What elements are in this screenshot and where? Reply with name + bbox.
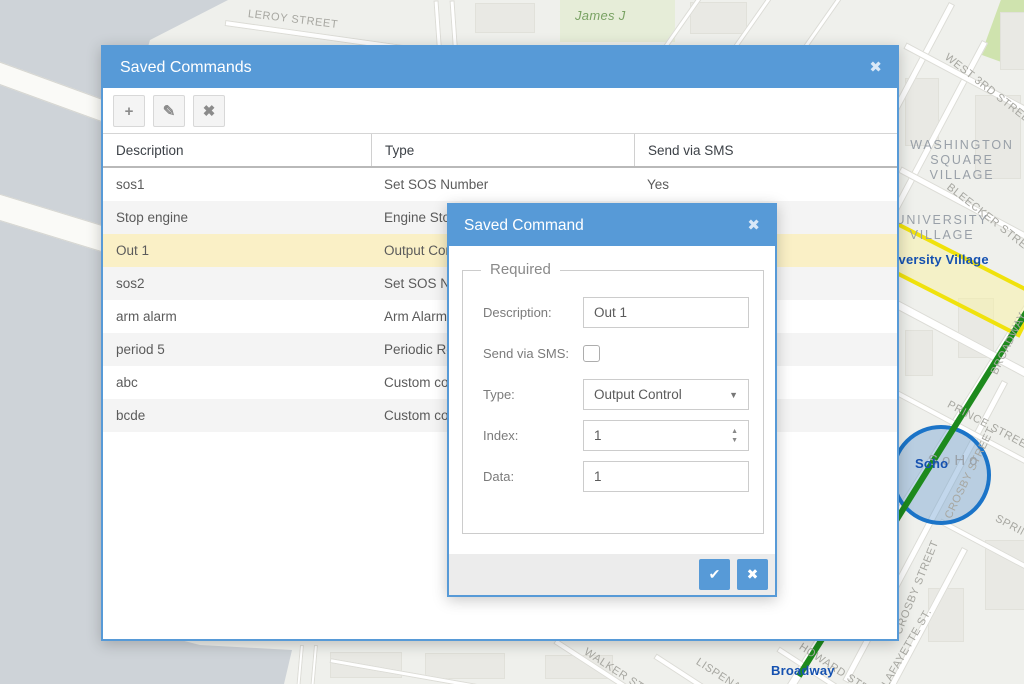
building-block — [1000, 12, 1024, 70]
description-input[interactable]: Out 1 — [583, 297, 749, 328]
saved-commands-titlebar: Saved Commands ✖ — [103, 47, 897, 88]
field-label: Data: — [483, 469, 583, 484]
dialog-title: Saved Commands — [120, 59, 252, 77]
confirm-button[interactable]: ✔ — [699, 559, 730, 590]
required-fieldset: Required Description:Out 1Send via SMS:T… — [462, 270, 764, 534]
cell-type: Set SOS Number — [371, 168, 634, 201]
form-row: Data: 1 — [483, 461, 749, 492]
form-row: Index:1▲▼ — [483, 420, 749, 451]
required-fieldset-body: Description:Out 1Send via SMS:Type:Outpu… — [463, 297, 763, 492]
saved-command-dialog: Saved Command ✖ Required Description: Out… — [447, 203, 777, 597]
form-row: Type: Output Control ▼ — [483, 379, 749, 410]
field-label: Type: — [483, 387, 583, 402]
road — [450, 0, 458, 50]
type-select[interactable]: Output Control ▼ — [583, 379, 749, 410]
app-stage: LEROY STREETWEST 3RD STREETBLEECKER STRE… — [0, 0, 1024, 684]
dialog-footer: ✔ ✖ — [449, 554, 775, 595]
dialog-title: Saved Command — [464, 217, 584, 235]
field-label: Index: — [483, 428, 583, 443]
pencil-icon: ✎ — [163, 102, 176, 120]
geofence-label: Soho — [915, 456, 948, 471]
cell-description: sos2 — [103, 267, 371, 300]
form-row: Description: Out 1 — [483, 297, 749, 328]
close-icon: ✖ — [747, 566, 759, 583]
table-row[interactable]: sos1Set SOS NumberYes — [103, 168, 897, 201]
building-block — [905, 330, 933, 376]
saved-command-titlebar: Saved Command ✖ — [449, 205, 775, 246]
delete-button[interactable]: ✖ — [193, 95, 225, 127]
spinner-value: 1 — [594, 428, 602, 443]
spinner-arrows[interactable]: ▲▼ — [731, 428, 738, 444]
area-label: WASHINGTONSQUAREVILLAGE — [910, 138, 1013, 183]
input-value: Out 1 — [594, 305, 627, 320]
park-label: James J — [575, 8, 626, 23]
spin-down-icon[interactable]: ▼ — [731, 437, 738, 444]
column-header-description[interactable]: Description — [103, 134, 371, 166]
cell-description: bcde — [103, 399, 371, 432]
check-icon: ✔ — [709, 566, 721, 583]
building-block — [690, 2, 747, 34]
cancel-button[interactable]: ✖ — [737, 559, 768, 590]
dialog-toolbar: + ✎ ✖ — [103, 88, 897, 133]
index-spinner[interactable]: 1▲▼ — [583, 420, 749, 451]
column-header-send-via-sms[interactable]: Send via SMS — [634, 134, 897, 166]
delete-icon: ✖ — [203, 102, 216, 120]
fieldset-legend: Required — [481, 261, 560, 278]
cell-description: period 5 — [103, 333, 371, 366]
field-label: Description: — [483, 305, 583, 320]
road — [434, 0, 442, 50]
column-header-type[interactable]: Type — [371, 134, 634, 166]
edit-button[interactable]: ✎ — [153, 95, 185, 127]
road — [296, 645, 304, 684]
cell-description: sos1 — [103, 168, 371, 201]
chevron-down-icon: ▼ — [729, 390, 738, 400]
cell-description: arm alarm — [103, 300, 371, 333]
close-icon[interactable]: ✖ — [747, 218, 760, 233]
spin-up-icon[interactable]: ▲ — [731, 428, 738, 435]
plus-icon: + — [125, 103, 134, 120]
close-icon[interactable]: ✖ — [869, 60, 882, 75]
cell-description: Out 1 — [103, 234, 371, 267]
cell-description: Stop engine — [103, 201, 371, 234]
street-label: LISPENARD ST — [694, 656, 773, 684]
geofence-label: Broadway — [771, 663, 835, 678]
building-block — [475, 3, 535, 33]
table-header: DescriptionTypeSend via SMS — [103, 133, 897, 168]
send-via-sms-checkbox[interactable] — [583, 345, 600, 362]
road — [310, 645, 318, 684]
cell-description: abc — [103, 366, 371, 399]
add-button[interactable]: + — [113, 95, 145, 127]
data-input[interactable]: 1 — [583, 461, 749, 492]
area-label: UNIVERSITYVILLAGE — [895, 213, 988, 243]
cell-sms: Yes — [634, 168, 897, 201]
select-value: Output Control — [594, 387, 682, 402]
building-block — [425, 653, 505, 679]
input-value: 1 — [594, 469, 602, 484]
form-row: Send via SMS: — [483, 338, 749, 369]
field-label: Send via SMS: — [483, 346, 583, 361]
saved-command-body: Required Description: Out 1 Send via SMS: T… — [449, 246, 775, 554]
